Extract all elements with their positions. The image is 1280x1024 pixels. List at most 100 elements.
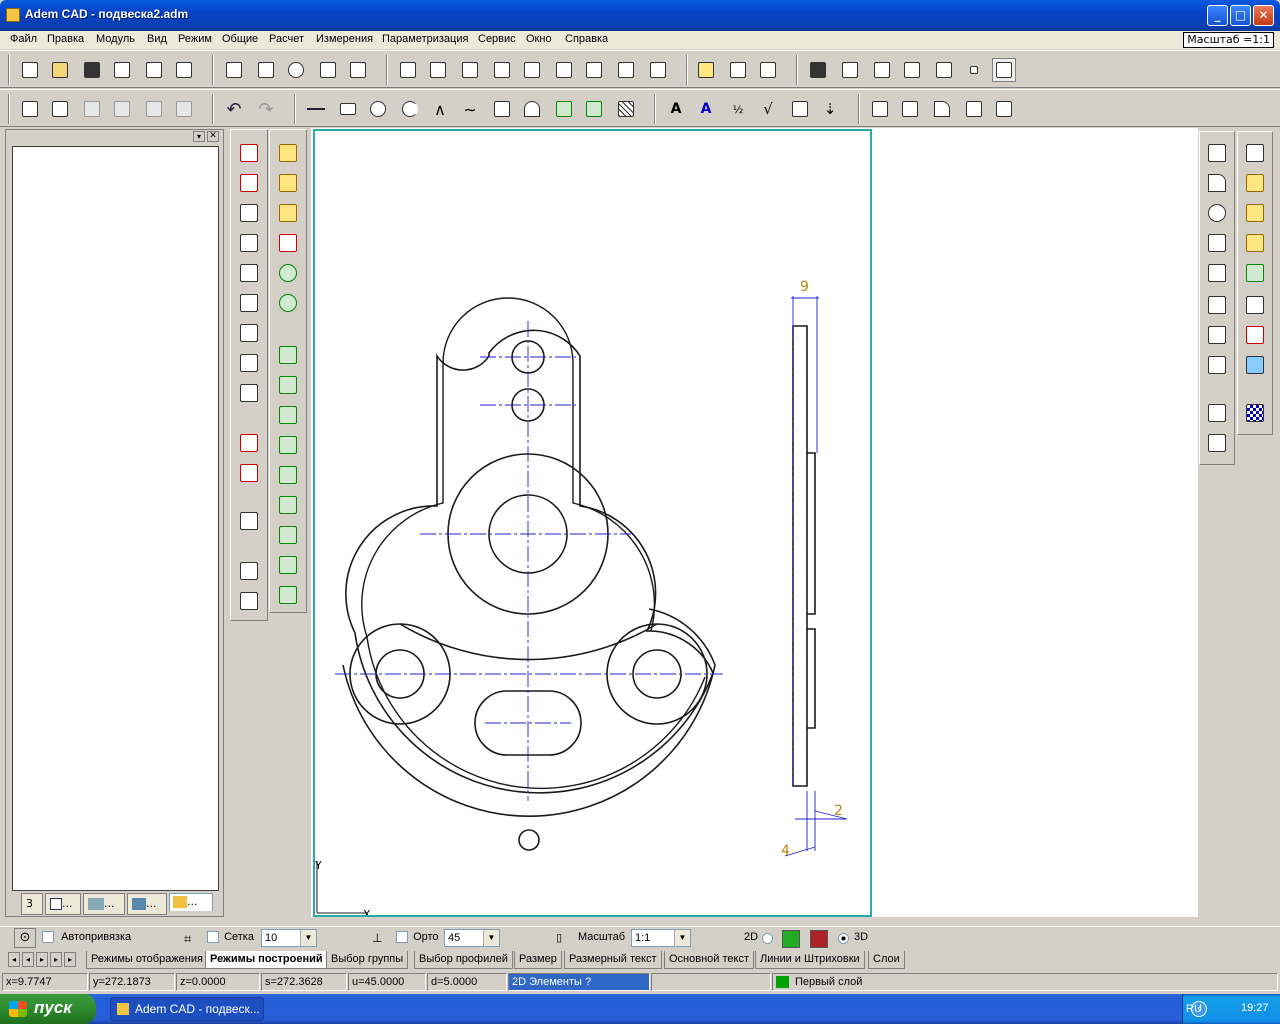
close-button[interactable]: ✕ xyxy=(1253,5,1274,26)
delete-op-icon[interactable] xyxy=(274,230,302,256)
circle-icon[interactable] xyxy=(366,97,390,121)
spec-list-icon[interactable] xyxy=(235,588,263,614)
menu-edit[interactable]: Правка xyxy=(47,33,84,45)
tab-display-modes[interactable]: Режимы отображения xyxy=(86,951,208,969)
part-drawing[interactable]: 9 2 4 Y X xyxy=(315,131,870,915)
arc-icon[interactable] xyxy=(398,97,422,121)
revolve-icon[interactable] xyxy=(458,58,482,82)
box-icon[interactable] xyxy=(396,58,420,82)
menu-service[interactable]: Сервис xyxy=(478,33,516,45)
cup-icon[interactable] xyxy=(646,58,670,82)
spline-icon[interactable]: ∼ xyxy=(458,97,482,121)
workplane-load-icon[interactable] xyxy=(274,372,302,398)
workplane-2-icon[interactable] xyxy=(274,432,302,458)
key-icon[interactable] xyxy=(48,97,72,121)
grid-plane-icon[interactable] xyxy=(274,522,302,548)
surface-fill-2-icon[interactable] xyxy=(1241,200,1269,226)
tab-first-icon[interactable]: ◂ xyxy=(8,952,20,967)
tab-main-text[interactable]: Основной текст xyxy=(664,951,754,969)
open-file-icon[interactable] xyxy=(48,58,72,82)
sketch-on-face-icon[interactable] xyxy=(274,140,302,166)
tab-dimension[interactable]: Размер xyxy=(514,951,562,969)
triangle-icon[interactable] xyxy=(1203,230,1231,256)
menu-general[interactable]: Общие xyxy=(222,33,258,45)
panel-tab-5[interactable]: ... xyxy=(169,893,213,911)
chamfer-icon[interactable] xyxy=(614,58,638,82)
dim-check-icon[interactable] xyxy=(992,97,1016,121)
panel-tab-4[interactable]: ... xyxy=(127,893,167,915)
wrench-icon[interactable] xyxy=(254,58,278,82)
surface-delete-icon[interactable] xyxy=(1241,322,1269,348)
print-icon[interactable] xyxy=(110,58,134,82)
cylinder-op-icon[interactable] xyxy=(274,170,302,196)
menu-module[interactable]: Модуль xyxy=(96,33,135,45)
hatch-curve-icon[interactable] xyxy=(582,97,606,121)
menu-file[interactable]: Файл xyxy=(10,33,37,45)
snap-settings-icon[interactable]: ⊙ xyxy=(14,928,36,948)
surface-shade-icon[interactable] xyxy=(1241,352,1269,378)
scale-select[interactable]: 1:1 ▼ xyxy=(631,929,691,947)
surface-sweep-icon[interactable] xyxy=(1241,292,1269,318)
save-model-icon[interactable] xyxy=(806,58,830,82)
panel-tab-3[interactable]: ... xyxy=(83,893,125,915)
dim-chain-icon[interactable] xyxy=(962,97,986,121)
arrow-down-icon[interactable]: ⇣ xyxy=(818,97,842,121)
surface-split-icon[interactable] xyxy=(1241,260,1269,286)
model-tree[interactable] xyxy=(12,146,219,891)
fillet-2d-icon[interactable] xyxy=(1203,170,1231,196)
minimize-button[interactable]: _ xyxy=(1207,5,1228,26)
select-solid-icon[interactable] xyxy=(235,140,263,166)
delete-solid-icon[interactable] xyxy=(235,170,263,196)
autosnap-checkbox[interactable] xyxy=(42,931,54,944)
move-group-icon[interactable] xyxy=(235,460,263,486)
tab-layers[interactable]: Слои xyxy=(868,951,905,969)
array-solid-icon[interactable] xyxy=(235,290,263,316)
hatch-icon[interactable] xyxy=(614,97,638,121)
snap-point-icon[interactable] xyxy=(962,58,986,82)
status-layer[interactable]: Первый слой xyxy=(772,973,1278,991)
view-2d-icon[interactable] xyxy=(782,930,800,948)
view-rotate-icon[interactable] xyxy=(932,58,956,82)
panel-close-icon[interactable]: ✕ xyxy=(207,131,219,142)
workplane-3-icon[interactable] xyxy=(274,462,302,488)
tab-end-icon[interactable]: ▸ xyxy=(64,952,76,967)
circle-3p-icon[interactable] xyxy=(1203,200,1231,226)
grid-checkbox[interactable] xyxy=(207,931,219,944)
check-icon[interactable] xyxy=(1203,400,1231,426)
menu-calc[interactable]: Расчет xyxy=(269,33,304,45)
plane-green-icon[interactable] xyxy=(274,492,302,518)
home-icon[interactable] xyxy=(18,97,42,121)
dim-aligned-icon[interactable] xyxy=(898,97,922,121)
menu-measure[interactable]: Измерения xyxy=(316,33,373,45)
surface-fill-icon[interactable] xyxy=(1241,170,1269,196)
mode-2d-radio[interactable] xyxy=(762,933,773,944)
cube-icon[interactable] xyxy=(870,58,894,82)
tab-next-icon[interactable]: ▸ xyxy=(36,952,48,967)
circle-op-icon[interactable] xyxy=(274,260,302,286)
polyline-icon[interactable]: ∧ xyxy=(428,97,452,121)
start-button[interactable]: пуск xyxy=(0,994,96,1024)
menu-help[interactable]: Справка xyxy=(565,33,608,45)
surface-fill-3-icon[interactable] xyxy=(1241,230,1269,256)
plane-icon[interactable] xyxy=(346,58,370,82)
cylinder-mod-icon[interactable] xyxy=(274,200,302,226)
roughness-icon[interactable]: √ xyxy=(756,97,780,121)
tab-last-icon[interactable]: ▸ xyxy=(50,952,62,967)
angle-line-icon[interactable] xyxy=(1203,140,1231,166)
maximize-button[interactable]: □ xyxy=(1230,5,1251,26)
circle-delete-icon[interactable] xyxy=(274,290,302,316)
rotate-solid-icon[interactable] xyxy=(235,260,263,286)
sphere-icon[interactable] xyxy=(284,58,308,82)
drawing-sheet[interactable]: 9 2 4 Y X xyxy=(313,129,872,917)
checker-icon[interactable] xyxy=(1241,400,1269,426)
loft-icon[interactable] xyxy=(520,58,544,82)
hatch-plane-icon[interactable] xyxy=(274,552,302,578)
align-icon[interactable] xyxy=(726,58,750,82)
panel-tab-1[interactable]: 3 xyxy=(21,893,43,915)
ortho-checkbox[interactable] xyxy=(396,931,408,944)
tab-build-modes[interactable]: Режимы построений xyxy=(205,951,328,969)
taskbar-item-adem[interactable]: Adem CAD - подвеск... xyxy=(110,997,264,1021)
view-3d-icon[interactable] xyxy=(810,930,828,948)
offset-icon[interactable] xyxy=(1203,352,1231,378)
sweep-icon[interactable] xyxy=(490,58,514,82)
